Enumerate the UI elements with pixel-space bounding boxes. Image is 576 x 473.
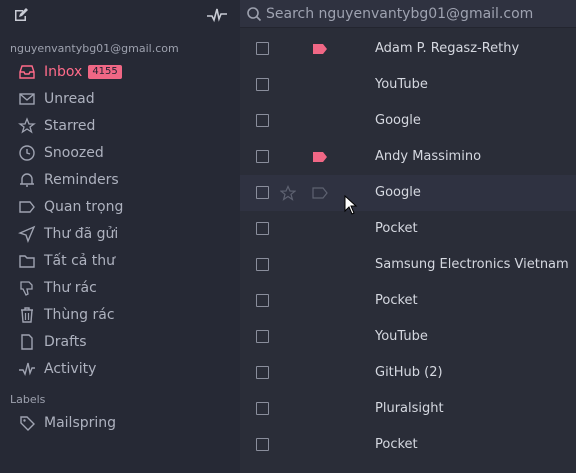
select-checkbox[interactable] bbox=[256, 438, 269, 451]
important-tag-icon[interactable] bbox=[312, 43, 328, 55]
select-checkbox[interactable] bbox=[256, 366, 269, 379]
message-sender: Pocket bbox=[375, 437, 418, 452]
message-sender: Pluralsight bbox=[375, 401, 444, 416]
message-row[interactable]: GitHub (2) bbox=[240, 355, 576, 391]
select-checkbox[interactable] bbox=[256, 330, 269, 343]
label-item-label: Mailspring bbox=[44, 414, 117, 431]
envelope-icon bbox=[18, 90, 36, 108]
sidebar-item-label: Tất cả thư bbox=[44, 252, 116, 269]
labels-header: Labels bbox=[10, 393, 46, 406]
message-sender: YouTube bbox=[375, 77, 428, 92]
sidebar-item-thư-đã-gửi[interactable]: Thư đã gửi bbox=[0, 220, 240, 247]
message-row[interactable]: Pocket bbox=[240, 427, 576, 463]
star-icon[interactable] bbox=[280, 185, 296, 201]
select-checkbox[interactable] bbox=[256, 402, 269, 415]
mouse-cursor-icon bbox=[344, 195, 358, 215]
message-sender: Google bbox=[375, 113, 421, 128]
unread-count-badge: 4155 bbox=[88, 64, 122, 79]
message-sender: Adam P. Regasz-Rethy bbox=[375, 41, 520, 56]
trash-icon bbox=[18, 306, 36, 324]
sidebar-item-label: Inbox bbox=[44, 63, 83, 80]
sidebar-item-drafts[interactable]: Drafts bbox=[0, 328, 240, 355]
message-row[interactable]: Google bbox=[240, 103, 576, 139]
select-checkbox[interactable] bbox=[256, 294, 269, 307]
sidebar: nguyenvantybg01@gmail.com Inbox 4155 Unrea… bbox=[0, 0, 240, 473]
sidebar-item-snoozed[interactable]: Snoozed bbox=[0, 139, 240, 166]
message-row[interactable]: Andy Massimino bbox=[240, 139, 576, 175]
message-list: Adam P. Regasz-Rethy YouTube Google Andy Ma… bbox=[240, 31, 576, 473]
sidebar-item-inbox[interactable]: Inbox 4155 bbox=[0, 58, 240, 85]
sidebar-item-label: Thư đã gửi bbox=[44, 225, 119, 242]
draft-icon bbox=[18, 333, 36, 351]
compose-icon[interactable] bbox=[11, 5, 31, 25]
sidebar-item-thư-rác[interactable]: Thư rác bbox=[0, 274, 240, 301]
sidebar-item-label: Snoozed bbox=[44, 144, 104, 161]
message-sender: Google bbox=[375, 185, 421, 200]
sidebar-item-label: Unread bbox=[44, 90, 95, 107]
label-icon bbox=[18, 414, 36, 432]
select-checkbox[interactable] bbox=[256, 150, 269, 163]
select-checkbox[interactable] bbox=[256, 258, 269, 271]
search-icon bbox=[247, 6, 262, 21]
message-row[interactable]: Pocket bbox=[240, 283, 576, 319]
message-sender: Andy Massimino bbox=[375, 149, 482, 164]
sidebar-item-thùng-rác[interactable]: Thùng rác bbox=[0, 301, 240, 328]
sidebar-item-label: Activity bbox=[44, 360, 97, 377]
message-row[interactable]: YouTube bbox=[240, 319, 576, 355]
sidebar-item-tất-cả-thư[interactable]: Tất cả thư bbox=[0, 247, 240, 274]
select-checkbox[interactable] bbox=[256, 42, 269, 55]
select-checkbox[interactable] bbox=[256, 222, 269, 235]
bell-icon bbox=[18, 171, 36, 189]
inbox-icon bbox=[18, 63, 36, 81]
important-tag-icon[interactable] bbox=[312, 151, 328, 163]
sidebar-item-unread[interactable]: Unread bbox=[0, 85, 240, 112]
activity-icon bbox=[18, 360, 36, 378]
sidebar-item-starred[interactable]: Starred bbox=[0, 112, 240, 139]
sidebar-item-reminders[interactable]: Reminders bbox=[0, 166, 240, 193]
search-input[interactable] bbox=[266, 5, 566, 22]
sidebar-item-label: Thùng rác bbox=[44, 306, 115, 323]
folder-icon bbox=[18, 252, 36, 270]
activity-icon[interactable] bbox=[205, 5, 229, 25]
sidebar-item-activity[interactable]: Activity bbox=[0, 355, 240, 382]
select-checkbox[interactable] bbox=[256, 186, 269, 199]
tag-icon bbox=[18, 198, 36, 216]
message-row[interactable]: Samsung Electronics Vietnam bbox=[240, 247, 576, 283]
sidebar-toolbar bbox=[0, 0, 240, 30]
message-sender: GitHub (2) bbox=[375, 365, 443, 380]
message-row[interactable]: Adam P. Regasz-Rethy bbox=[240, 31, 576, 67]
label-item-mailspring[interactable]: Mailspring bbox=[0, 409, 240, 436]
message-row[interactable]: Pluralsight bbox=[240, 391, 576, 427]
message-row[interactable]: Google bbox=[240, 175, 576, 211]
message-row[interactable]: Pocket bbox=[240, 211, 576, 247]
star-icon bbox=[18, 116, 36, 135]
message-sender: YouTube bbox=[375, 329, 428, 344]
sidebar-item-label: Thư rác bbox=[44, 279, 97, 296]
sidebar-item-label: Quan trọng bbox=[44, 198, 124, 215]
message-sender: Pocket bbox=[375, 293, 418, 308]
account-name: nguyenvantybg01@gmail.com bbox=[10, 42, 179, 55]
sidebar-item-label: Starred bbox=[44, 117, 96, 134]
search-bar bbox=[240, 0, 576, 28]
sidebar-item-quan-trọng[interactable]: Quan trọng bbox=[0, 193, 240, 220]
sidebar-item-label: Reminders bbox=[44, 171, 119, 188]
select-checkbox[interactable] bbox=[256, 114, 269, 127]
clock-icon bbox=[18, 144, 36, 162]
message-sender: Samsung Electronics Vietnam bbox=[375, 257, 569, 272]
select-checkbox[interactable] bbox=[256, 78, 269, 91]
important-tag-icon[interactable] bbox=[312, 187, 328, 199]
sidebar-item-label: Drafts bbox=[44, 333, 87, 350]
message-row[interactable]: YouTube bbox=[240, 67, 576, 103]
send-icon bbox=[18, 225, 36, 243]
thumbs-down-icon bbox=[18, 279, 36, 297]
message-sender: Pocket bbox=[375, 221, 418, 236]
